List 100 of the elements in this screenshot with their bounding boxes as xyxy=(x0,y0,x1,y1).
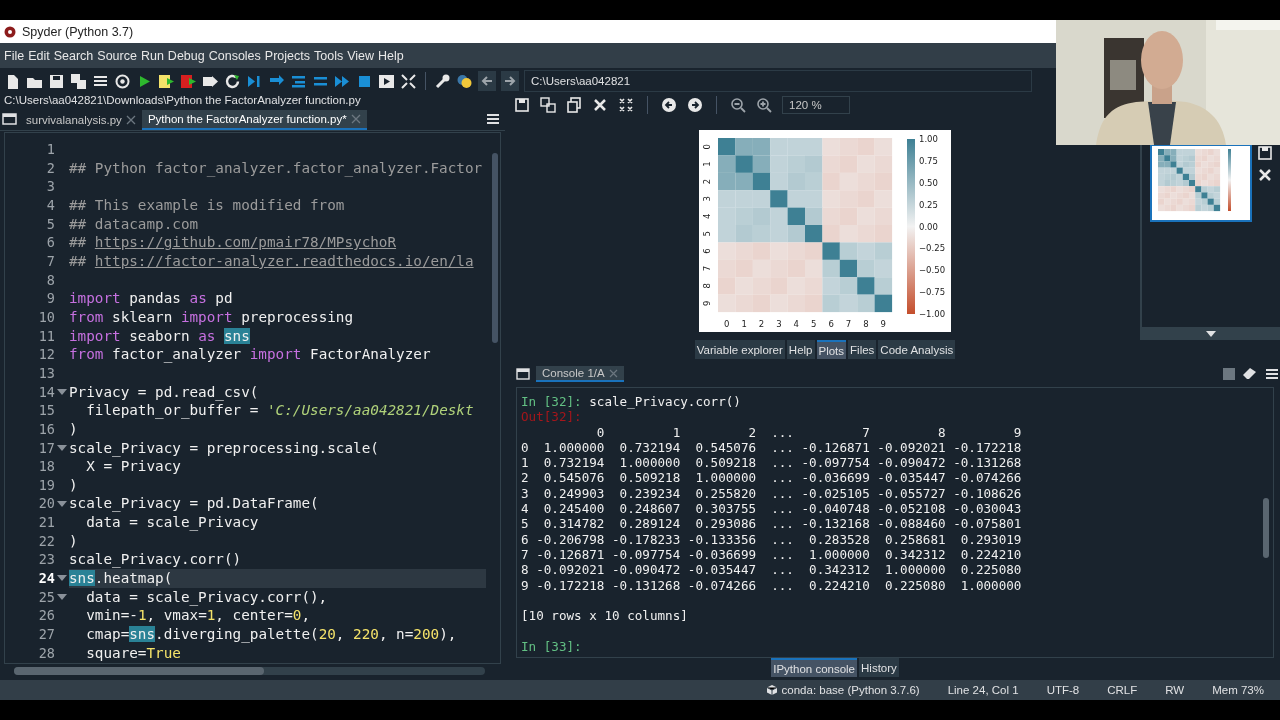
run-file-icon[interactable] xyxy=(378,72,395,90)
pane-tab[interactable]: Variable explorer xyxy=(694,340,785,359)
fold-arrow-icon[interactable] xyxy=(57,388,67,395)
next-icon[interactable] xyxy=(687,97,703,113)
caret-icon xyxy=(1206,330,1216,337)
back-button[interactable] xyxy=(478,71,496,91)
zoom-in-icon[interactable] xyxy=(756,97,772,113)
status-text: conda: base (Python 3.7.6) xyxy=(781,684,920,696)
spyder-icon xyxy=(4,25,16,38)
save-all-icon[interactable] xyxy=(70,72,87,90)
console-text: 6 -0.206798 -0.178233 -0.133356 ... 0.283528 0.258681 0.293019 xyxy=(521,531,1022,547)
menu-item[interactable]: Run xyxy=(138,48,166,63)
line-number: 3 xyxy=(45,177,55,196)
code-text: Privacy = pd.read_csv( xyxy=(69,383,259,400)
pane-tab[interactable]: Files xyxy=(848,340,877,359)
previous-icon[interactable] xyxy=(661,97,677,113)
code-editor[interactable] xyxy=(4,132,501,664)
line-number: 24 xyxy=(37,569,55,588)
code-text: , vmax= xyxy=(146,607,207,624)
line-number: 7 xyxy=(45,251,55,271)
pane-tab[interactable]: Code Analysis xyxy=(878,340,956,359)
menu-item[interactable]: Debug xyxy=(165,48,207,63)
console-tab[interactable]: Console 1/A xyxy=(536,366,624,382)
pane-tab[interactable]: Help xyxy=(786,340,815,359)
stop-icon[interactable] xyxy=(1222,367,1236,381)
code-text: sklearn xyxy=(111,308,174,325)
menu-item[interactable]: Help xyxy=(376,48,406,63)
menu-item[interactable]: Source xyxy=(95,48,139,63)
fold-arrow-icon[interactable] xyxy=(57,500,67,507)
pane-tab[interactable]: IPython console xyxy=(771,658,858,677)
menu-item[interactable]: Consoles xyxy=(206,48,263,63)
pane-tab[interactable]: Plots xyxy=(816,340,847,359)
save-all-icon[interactable] xyxy=(540,97,556,113)
scrollbar[interactable] xyxy=(1263,498,1269,558)
window-title: Spyder (Python 3.7) xyxy=(22,24,134,39)
code-link[interactable]: https://github.com/pmair78/MPsychoR xyxy=(94,234,397,251)
code-text: 'C:/Users/aa042821/Deskt xyxy=(267,402,474,419)
code-text: ) xyxy=(69,420,78,437)
browse-tabs-icon[interactable] xyxy=(516,368,530,380)
axis-label: 5 xyxy=(702,231,712,237)
run-cell-icon[interactable] xyxy=(158,72,175,90)
save-icon[interactable] xyxy=(514,97,530,113)
run-cell-advance-icon[interactable] xyxy=(180,72,197,90)
code-text: seaborn xyxy=(128,327,191,344)
line-number: 27 xyxy=(37,625,55,644)
working-directory-field[interactable]: C:\Users\aa042821 xyxy=(524,70,1032,92)
zoom-field[interactable]: 120 % xyxy=(782,96,850,114)
menu-item[interactable]: Projects xyxy=(262,48,312,63)
line-number: 18 xyxy=(37,457,55,476)
console-text: 5 0.314782 0.289124 0.293086 ... -0.132168 -0.088460 -0.075801 xyxy=(521,516,1022,532)
fold-arrow-icon[interactable] xyxy=(57,444,67,451)
axis-label: 6 xyxy=(702,248,712,254)
code-text: pd xyxy=(214,290,233,307)
close-all-icon[interactable] xyxy=(618,97,634,113)
code-text: from xyxy=(69,308,104,325)
code-text: cmap= xyxy=(85,626,130,643)
menu-icon[interactable] xyxy=(1264,367,1280,381)
line-number: 6 xyxy=(45,233,55,252)
line-number: 25 xyxy=(37,587,55,607)
code-text: ) xyxy=(69,532,78,549)
line-number: 8 xyxy=(45,270,55,290)
menu-item[interactable]: Tools xyxy=(312,48,346,63)
pane-tab[interactable]: History xyxy=(859,658,899,677)
fold-arrow-icon[interactable] xyxy=(57,575,67,582)
code-text: scale_Privacy.corr() xyxy=(69,551,242,568)
eraser-icon[interactable] xyxy=(1242,367,1258,381)
line-number: 4 xyxy=(45,195,55,215)
colorbar-label: −0.50 xyxy=(919,265,946,276)
fold-arrow-icon[interactable] xyxy=(57,594,67,601)
colorbar-label: −0.25 xyxy=(919,243,946,254)
wrench-icon[interactable] xyxy=(434,72,451,90)
editor-tab[interactable]: Python the FactorAnalyzer function.py* xyxy=(141,110,367,130)
rerun-icon[interactable] xyxy=(224,72,241,90)
axis-label: 6 xyxy=(828,319,834,329)
scrollbar[interactable] xyxy=(492,153,498,343)
menu-item[interactable]: File xyxy=(2,48,27,63)
code-link[interactable]: https://factor-analyzer.readthedocs.io/en/la xyxy=(94,252,474,269)
highlighted-code-text: sns xyxy=(223,327,250,344)
scrollbar[interactable] xyxy=(14,667,485,675)
menu-item[interactable]: View xyxy=(345,48,377,63)
status-text: UTF-8 xyxy=(1046,684,1080,696)
copy-icon[interactable] xyxy=(566,97,582,113)
menu-item[interactable]: Edit xyxy=(26,48,52,63)
console-prompt: In [33]: xyxy=(521,638,582,654)
maximize-icon[interactable] xyxy=(400,72,417,90)
file-path: C:\Users\aa042821\Downloads\Python the FactorAnalyzer function.py xyxy=(3,94,362,108)
console-output[interactable] xyxy=(516,387,1274,658)
zoom-out-icon[interactable] xyxy=(730,97,746,113)
axis-label: 9 xyxy=(880,319,886,329)
line-number: 15 xyxy=(37,401,55,420)
line-number: 5 xyxy=(45,214,55,234)
menu-item[interactable]: Search xyxy=(51,48,96,63)
axis-label: 1 xyxy=(702,161,712,167)
forward-button[interactable] xyxy=(501,71,519,91)
plot-thumbnail[interactable] xyxy=(1150,144,1252,222)
code-text: data = scale_Privacy xyxy=(85,514,259,531)
save-icon[interactable] xyxy=(48,72,65,90)
browse-tabs-icon[interactable] xyxy=(0,110,20,128)
save-icon[interactable] xyxy=(1258,146,1272,160)
python-icon[interactable] xyxy=(456,72,473,90)
